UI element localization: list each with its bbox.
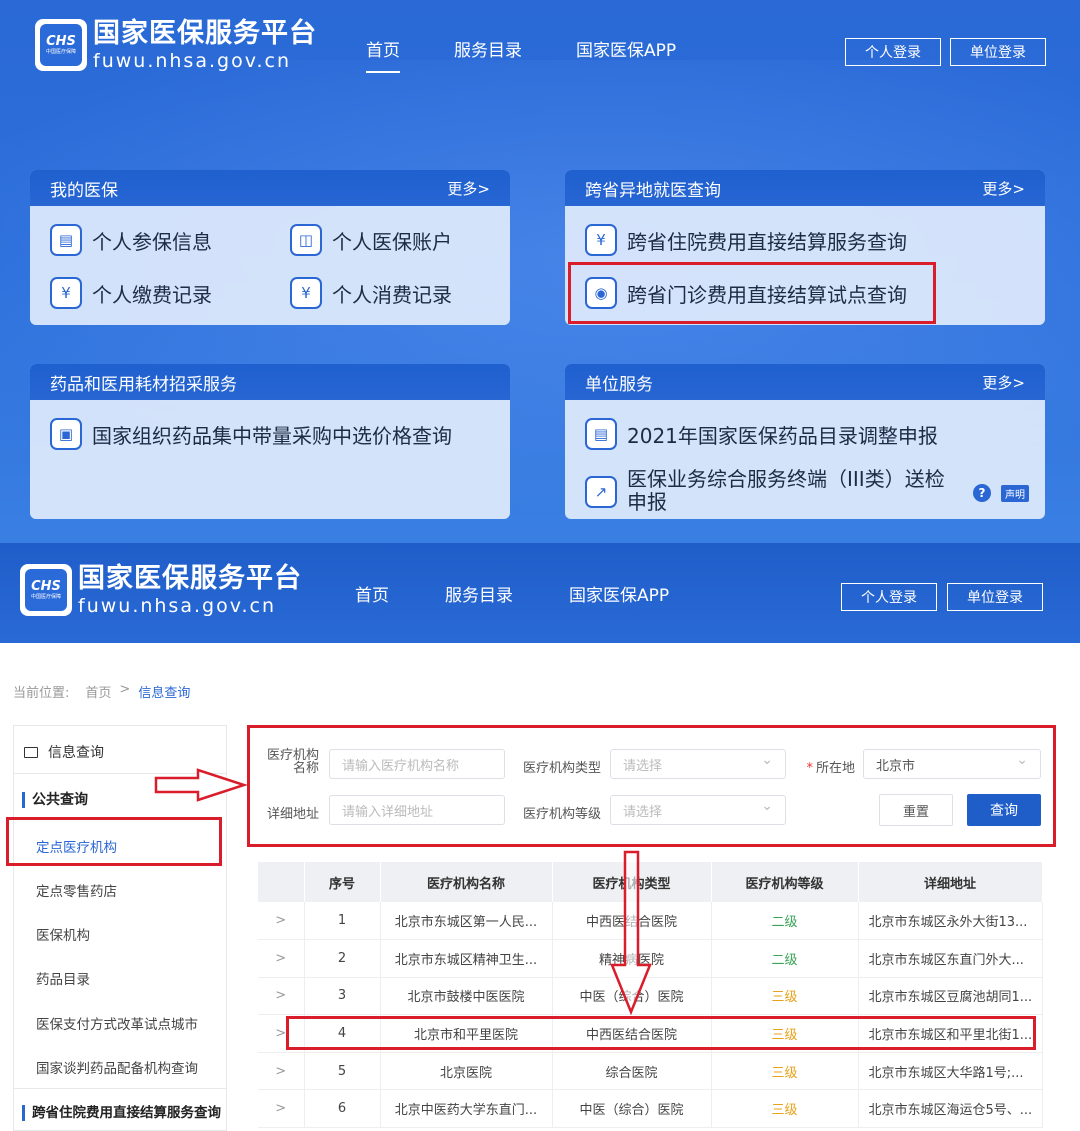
statement-tag[interactable]: 声明 <box>1001 484 1029 502</box>
col-level: 医疗机构等级 <box>711 862 859 902</box>
item-terminal-inspection[interactable]: ↗ 医保业务综合服务终端（III类）送检 申报 <box>585 468 945 514</box>
highlight-designated-hospital <box>6 817 222 866</box>
personal-login-button[interactable]: 个人登录 <box>845 38 941 66</box>
document-edit-icon: ▤ <box>585 418 617 450</box>
table-row[interactable]: > 3 北京市鼓楼中医医院 中医（综合）医院 三级 北京市东城区豆腐池胡同1..… <box>258 977 1043 1016</box>
results-table: 序号 医疗机构名称 医疗机构类型 医疗机构等级 详细地址 > 1 北京市东城区第… <box>258 862 1043 1129</box>
help-icon[interactable]: ? <box>973 484 991 502</box>
folder-icon <box>24 746 38 758</box>
item-drug-catalog-adjustment[interactable]: ▤ 2021年国家医保药品目录调整申报 <box>585 418 938 450</box>
shield-doc-icon: ▤ <box>50 224 82 256</box>
table-header: 序号 医疗机构名称 医疗机构类型 医疗机构等级 详细地址 <box>258 862 1043 902</box>
expand-chevron-icon[interactable]: > <box>258 1089 305 1129</box>
nav-app[interactable]: 国家医保APP <box>569 581 669 606</box>
coin-icon: ¥ <box>585 224 617 256</box>
breadcrumb-home[interactable]: 首页 <box>85 682 111 701</box>
sidebar-item-drug-catalog[interactable]: 药品目录 <box>36 968 90 988</box>
unit-login-button[interactable]: 单位登录 <box>947 583 1043 611</box>
nav-app[interactable]: 国家医保APP <box>576 36 676 61</box>
breadcrumb: 当前位置: 首页 > 信息查询 <box>13 682 191 701</box>
nav-home[interactable]: 首页 <box>355 581 389 606</box>
sidebar-item-payment-reform[interactable]: 医保支付方式改革试点城市 <box>36 1013 198 1033</box>
wallet-icon: ◫ <box>290 224 322 256</box>
hero-section: CHS 中国医疗保障 国家医保服务平台 fuwu.nhsa.gov.cn 首页 服… <box>0 0 1080 543</box>
sidebar-item-retail-pharmacy[interactable]: 定点零售药店 <box>36 880 117 900</box>
highlight-outpatient-query <box>568 262 936 324</box>
table-row[interactable]: > 1 北京市东城区第一人民... 中西医结合医院 二级 北京市东城区永外大街1… <box>258 902 1043 941</box>
card-title: 药品和医用耗材招采服务 <box>50 374 237 395</box>
sidebar-item-insurance-agency[interactable]: 医保机构 <box>36 924 90 944</box>
table-row[interactable]: > 2 北京市东城区精神卫生... 精神病医院 二级 北京市东城区东直门外大..… <box>258 939 1043 978</box>
item-consumption-record[interactable]: ¥ 个人消费记录 <box>290 277 452 309</box>
site-logo[interactable]: CHS 中国医疗保障 国家医保服务平台 fuwu.nhsa.gov.cn <box>20 563 302 617</box>
more-link[interactable]: 更多> <box>982 178 1025 199</box>
main-nav: 首页 服务目录 国家医保APP <box>366 36 676 73</box>
sidebar: 信息查询 公共查询 定点医疗机构 定点零售药店 医保机构 药品目录 医保支付方式… <box>13 725 227 1131</box>
nav-service-catalog[interactable]: 服务目录 <box>445 581 513 606</box>
more-link[interactable]: 更多> <box>447 178 490 199</box>
personal-login-button[interactable]: 个人登录 <box>841 583 937 611</box>
table-row[interactable]: > 6 北京中医药大学东直门... 中医（综合）医院 三级 北京市东城区海运仓5… <box>258 1089 1043 1129</box>
receipt-icon: ¥ <box>290 277 322 309</box>
item-payment-record[interactable]: ¥ 个人缴费记录 <box>50 277 212 309</box>
unit-login-button[interactable]: 单位登录 <box>950 38 1046 66</box>
card-my-insurance: 我的医保 更多> ▤ 个人参保信息 ◫ 个人医保账户 ¥ 个人缴费记录 ¥ 个人… <box>30 170 510 325</box>
expand-chevron-icon[interactable]: > <box>258 939 305 978</box>
hand-coin-icon: ¥ <box>50 277 82 309</box>
site-title: 国家医保服务平台 <box>93 18 317 49</box>
sidebar-title: 信息查询 <box>24 742 104 762</box>
card-title: 单位服务 <box>585 374 653 395</box>
chs-logo-icon: CHS 中国医疗保障 <box>20 564 72 616</box>
card-drug-procurement: 药品和医用耗材招采服务 ▣ 国家组织药品集中带量采购中选价格查询 <box>30 364 510 519</box>
expand-chevron-icon[interactable]: > <box>258 1052 305 1091</box>
card-unit-service: 单位服务 更多> ▤ 2021年国家医保药品目录调整申报 ↗ 医保业务综合服务终… <box>565 364 1045 519</box>
item-drug-price-query[interactable]: ▣ 国家组织药品集中带量采购中选价格查询 <box>50 418 452 450</box>
more-link[interactable]: 更多> <box>982 372 1025 393</box>
site-title: 国家医保服务平台 <box>78 563 302 594</box>
sidebar-group-public-query[interactable]: 公共查询 <box>22 792 88 808</box>
col-name: 医疗机构名称 <box>380 862 553 902</box>
highlight-search-form <box>247 725 1056 847</box>
chs-logo-icon: CHS 中国医疗保障 <box>35 19 87 71</box>
sidebar-group-inpatient-query[interactable]: 跨省住院费用直接结算服务查询 <box>22 1105 221 1121</box>
nav-service-catalog[interactable]: 服务目录 <box>454 36 522 61</box>
nav-home[interactable]: 首页 <box>366 36 400 73</box>
item-personal-insurance-info[interactable]: ▤ 个人参保信息 <box>50 224 212 256</box>
card-title: 我的医保 <box>50 180 118 201</box>
col-seq: 序号 <box>304 862 381 902</box>
breadcrumb-current: 信息查询 <box>138 686 191 701</box>
site-logo[interactable]: CHS 中国医疗保障 国家医保服务平台 fuwu.nhsa.gov.cn <box>35 18 317 72</box>
chart-terminal-icon: ↗ <box>585 476 617 508</box>
page-header: CHS 中国医疗保障 国家医保服务平台 fuwu.nhsa.gov.cn 首页 服… <box>0 543 1080 643</box>
expand-chevron-icon[interactable]: > <box>258 977 305 1016</box>
main-nav: 首页 服务目录 国家医保APP <box>355 581 669 606</box>
card-title: 跨省异地就医查询 <box>585 180 721 201</box>
item-personal-account[interactable]: ◫ 个人医保账户 <box>290 224 452 256</box>
col-address: 详细地址 <box>858 862 1043 902</box>
table-row[interactable]: > 5 北京医院 综合医院 三级 北京市东城区大华路1号;... <box>258 1052 1043 1091</box>
col-type: 医疗机构类型 <box>552 862 712 902</box>
expand-chevron-icon[interactable]: > <box>258 902 305 941</box>
site-url: fuwu.nhsa.gov.cn <box>78 595 276 617</box>
item-inpatient-settlement-query[interactable]: ¥ 跨省住院费用直接结算服务查询 <box>585 224 907 256</box>
site-url: fuwu.nhsa.gov.cn <box>93 50 291 72</box>
pill-bottle-icon: ▣ <box>50 418 82 450</box>
highlight-row-4 <box>286 1016 1036 1050</box>
sidebar-item-negotiated-drugs[interactable]: 国家谈判药品配备机构查询 <box>36 1057 198 1077</box>
